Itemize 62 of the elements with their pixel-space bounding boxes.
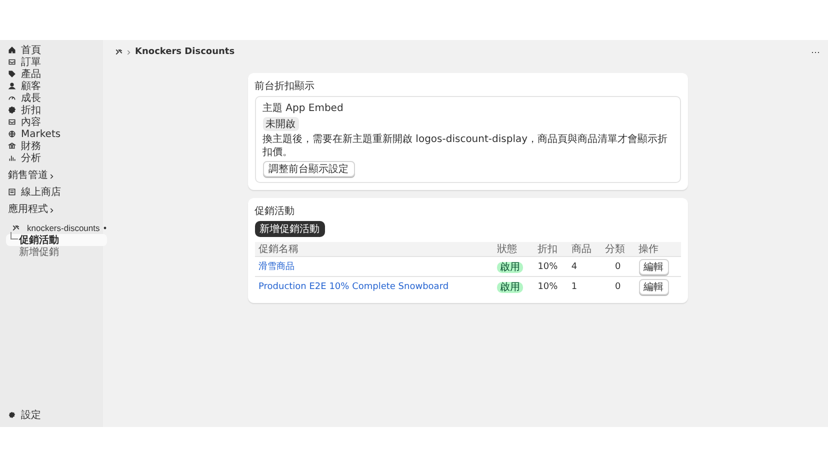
bars-icon bbox=[8, 154, 16, 162]
tag-icon bbox=[8, 70, 16, 78]
sub-nav-item[interactable]: 促銷活動 bbox=[6, 234, 107, 246]
status-badge: 啟用 bbox=[496, 282, 523, 292]
edit-button[interactable]: 編輯 bbox=[638, 258, 669, 274]
table-cell: 4 bbox=[567, 256, 602, 276]
section-heading[interactable]: 銷售管道 bbox=[8, 170, 48, 182]
card-title: 前台折扣顯示 bbox=[254, 80, 314, 93]
promotion-link[interactable]: 滑雪商品 bbox=[258, 262, 294, 272]
page-title: Knockers Discounts bbox=[135, 47, 236, 57]
embed-title: 主題 App Embed bbox=[262, 102, 344, 115]
column-header: 分類 bbox=[601, 242, 635, 256]
column-header: 商品 bbox=[567, 242, 602, 256]
settings-icon bbox=[8, 411, 16, 419]
nav-item[interactable]: 首頁 bbox=[6, 44, 101, 56]
nav-item[interactable]: 分析 bbox=[6, 152, 101, 164]
settings-button[interactable]: 調整前台顯示設定 bbox=[262, 161, 354, 177]
description-text: 換主題後，需要在新主題重新開啟 logos-discount-display，商品頁與商品清單才會顯示折扣價。 bbox=[262, 133, 669, 159]
column-header: 操作 bbox=[634, 242, 680, 256]
app-item[interactable]: knockers-discounts bbox=[6, 221, 109, 234]
nav-item[interactable]: 財務 bbox=[6, 140, 101, 152]
promotion-link[interactable]: Production E2E 10% Complete Snowboard bbox=[258, 282, 449, 292]
chevron-icon bbox=[50, 206, 54, 214]
nav-item[interactable]: 訂單 bbox=[6, 56, 101, 68]
pin-icon bbox=[102, 226, 107, 230]
column-header: 折扣 bbox=[534, 242, 568, 256]
chevron-icon bbox=[50, 172, 54, 180]
status-badge: 啟用 bbox=[496, 262, 523, 272]
chevron-icon bbox=[127, 48, 131, 56]
store-icon bbox=[8, 188, 16, 196]
nav-item[interactable]: 內容 bbox=[6, 116, 101, 128]
globe-icon bbox=[8, 130, 16, 138]
inbox-icon bbox=[8, 118, 16, 126]
more-button[interactable]: ⋯ bbox=[811, 47, 820, 57]
edit-button[interactable]: 編輯 bbox=[638, 278, 669, 294]
bank-icon bbox=[8, 142, 16, 150]
home-icon bbox=[8, 46, 16, 54]
nav-item[interactable]: 折扣 bbox=[6, 104, 101, 116]
new-promotion-button[interactable]: 新增促銷活動 bbox=[254, 221, 324, 237]
table-cell: 1 bbox=[567, 276, 602, 296]
nav-item[interactable]: 線上商店 bbox=[6, 186, 101, 198]
nav-item[interactable]: 成長 bbox=[6, 92, 101, 104]
person-icon bbox=[8, 82, 16, 90]
table-cell: 0 bbox=[601, 256, 635, 276]
app-logo-icon bbox=[115, 48, 123, 56]
gauge-icon bbox=[8, 94, 16, 102]
table-cell: 10% bbox=[534, 276, 568, 296]
card-title: 促銷活動 bbox=[254, 205, 294, 218]
table-cell: 10% bbox=[534, 256, 568, 276]
nav-item[interactable]: Markets bbox=[6, 128, 101, 140]
inbox-icon bbox=[8, 58, 16, 66]
nav-item[interactable]: 產品 bbox=[6, 68, 101, 80]
nav-item[interactable]: 顧客 bbox=[6, 80, 101, 92]
settings-item[interactable]: 設定 bbox=[6, 409, 101, 421]
column-header: 促銷名稱 bbox=[254, 242, 493, 256]
sub-nav-item[interactable]: 新增促銷 bbox=[6, 246, 101, 258]
table-cell: 0 bbox=[601, 276, 635, 296]
tree-line-icon bbox=[10, 232, 18, 242]
section-heading[interactable]: 應用程式 bbox=[8, 204, 48, 216]
status-badge: 未開啟 bbox=[262, 117, 298, 131]
column-header: 狀態 bbox=[492, 242, 534, 256]
gear-icon bbox=[8, 106, 16, 114]
